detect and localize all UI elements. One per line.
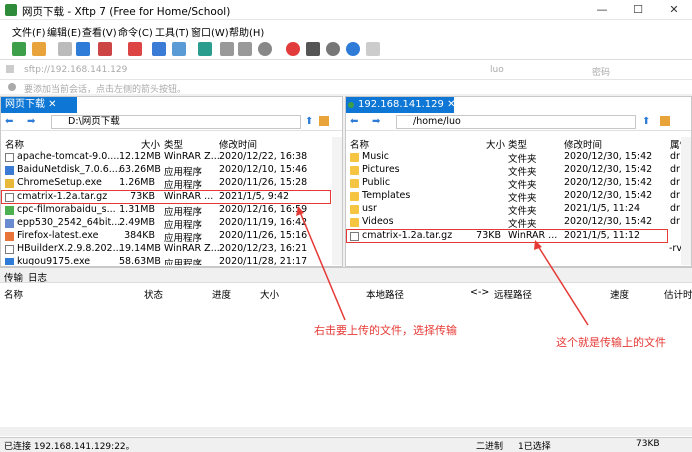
annotation-left: 右击要上传的文件，选择传输 <box>314 324 457 337</box>
transfer-mode: 二进制 <box>476 442 504 452</box>
connection-status: 已连接 192.168.141.129:22。 <box>4 442 135 452</box>
arrow-right-head <box>534 240 542 250</box>
selection-size: 73KB <box>636 439 660 449</box>
arrow-left-line <box>299 211 346 321</box>
annotation-arrows <box>296 206 589 326</box>
arrow-left-head <box>296 206 304 216</box>
status-bar: 已连接 192.168.141.129:22。 二进制 1已选择 73KB <box>0 437 692 452</box>
annotation-right: 这个就是传输上的文件 <box>556 336 666 349</box>
arrow-right-line <box>537 245 589 326</box>
selection-count: 1已选择 <box>518 442 551 452</box>
